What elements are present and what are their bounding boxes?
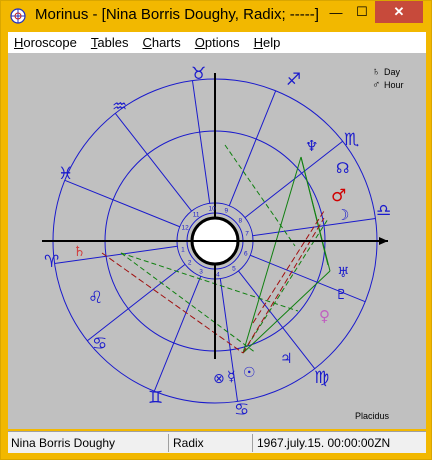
aspect-line [242,217,325,354]
planet-node-icon[interactable]: ☊ [336,159,349,177]
window-title: Morinus - [Nina Borris Doughy, Radix; --… [35,6,319,23]
sign-divider-line [191,80,211,204]
zodiac-sign-glyph: ♓ [58,164,73,184]
menu-bar: Horoscope Tables Charts Options Help [8,32,426,53]
title-bar[interactable]: Morinus - [Nina Borris Doughy, Radix; --… [1,1,431,31]
aspect-line [242,270,331,354]
close-button[interactable]: ✕ [375,1,423,23]
zodiac-sign-glyph: ♌ [88,288,103,308]
zodiac-sign-glyph: ♉ [191,64,206,84]
menu-charts[interactable]: Charts [136,35,188,50]
status-datetime: 1967.july.15. 00:00:00ZN [257,436,391,450]
planet-pluto-icon[interactable]: ♇ [335,287,348,303]
status-name: Nina Borris Doughy [11,436,116,450]
planet-venus-icon[interactable]: ♀ [319,307,330,325]
house-number: 4 [216,271,220,278]
house-system-label: Placidus [355,411,390,421]
house-number: 7 [245,231,249,238]
planet-fortune-icon[interactable]: ⊗ [213,371,225,387]
sign-divider-line [64,179,180,228]
house-number: 1 [181,246,185,253]
zodiac-sign-glyph: ♐ [286,70,301,90]
planet-jupiter-icon[interactable]: ♃ [280,351,293,367]
menu-help[interactable]: Help [248,35,289,50]
planet-uranus-icon[interactable]: ♅ [337,265,350,281]
asc-arrow [379,237,388,245]
planet-saturn-icon[interactable]: ♄ [73,244,86,260]
legend-day-label: Day [384,67,401,77]
zodiac-sign-glyph: ♎ [376,201,391,221]
horoscope-chart-area[interactable]: 1 2 3 4 5 6 7 8 9 10 11 12 ♉ ♐ ♒ ♓ ♈ ♌ ♋ ♊ ♋ ♍ ♎ ♏ ♆ ♂ ☽ ♅ ♇ ♀ ♃ ☉ ☿ ⊗ ♄… [8,53,426,429]
house-number: 11 [193,211,200,218]
zodiac-sign-glyph: ♈ [44,252,59,272]
app-icon [10,8,26,24]
legend-hour-symbol: ♂ [372,79,380,91]
planet-mercury-icon[interactable]: ☿ [227,369,236,385]
maximize-button[interactable]: ☐ [349,1,375,23]
status-bar: Nina Borris Doughy Radix 1967.july.15. 0… [8,431,426,453]
house-number: 5 [232,266,236,273]
zodiac-sign-glyph: ♋ [234,400,249,420]
sign-divider-line [153,276,202,392]
aspect-line [242,156,302,354]
zodiac-sign-glyph: ♒ [112,97,127,117]
zodiac-sign-glyph: ♍ [314,368,329,388]
sign-divider-line [228,90,277,206]
zodiac-sign-glyph: ♋ [92,334,107,354]
planet-mars-icon[interactable]: ♂ [331,186,346,206]
menu-horoscope[interactable]: Horoscope [8,35,85,50]
sign-divider-line [238,270,316,369]
house-number: 8 [238,217,242,224]
house-number: 9 [224,207,228,214]
planet-moon-icon[interactable]: ☽ [336,206,349,224]
house-number: 3 [199,268,203,275]
house-number: 10 [209,206,217,213]
sign-divider-line [244,140,343,218]
house-number: 2 [188,260,192,267]
sign-divider-line [114,113,192,212]
house-number: 12 [181,225,189,232]
aspect-line [252,210,325,324]
horoscope-wheel[interactable]: 123 456789101112 ♉ ♐♒♓♈♌♋♊♋♍♎♏ ♆♂☽♅♇♀♃☉☿⊗♄… [8,53,426,429]
zodiac-sign-glyph: ♊ [148,388,163,408]
menu-options[interactable]: Options [189,35,248,50]
planet-sun-icon[interactable]: ☉ [243,365,256,381]
house-number: 6 [244,250,248,257]
legend-hour-label: Hour [384,80,404,90]
menu-tables[interactable]: Tables [85,35,137,50]
status-chart-type: Radix [173,436,204,450]
zodiac-sign-glyph: ♏ [344,130,359,150]
legend-day-symbol: ♄ [372,66,380,78]
app-window: Morinus - [Nina Borris Doughy, Radix; --… [0,0,432,460]
minimize-button[interactable]: — [323,1,349,23]
planet-neptune-icon[interactable]: ♆ [305,137,318,155]
